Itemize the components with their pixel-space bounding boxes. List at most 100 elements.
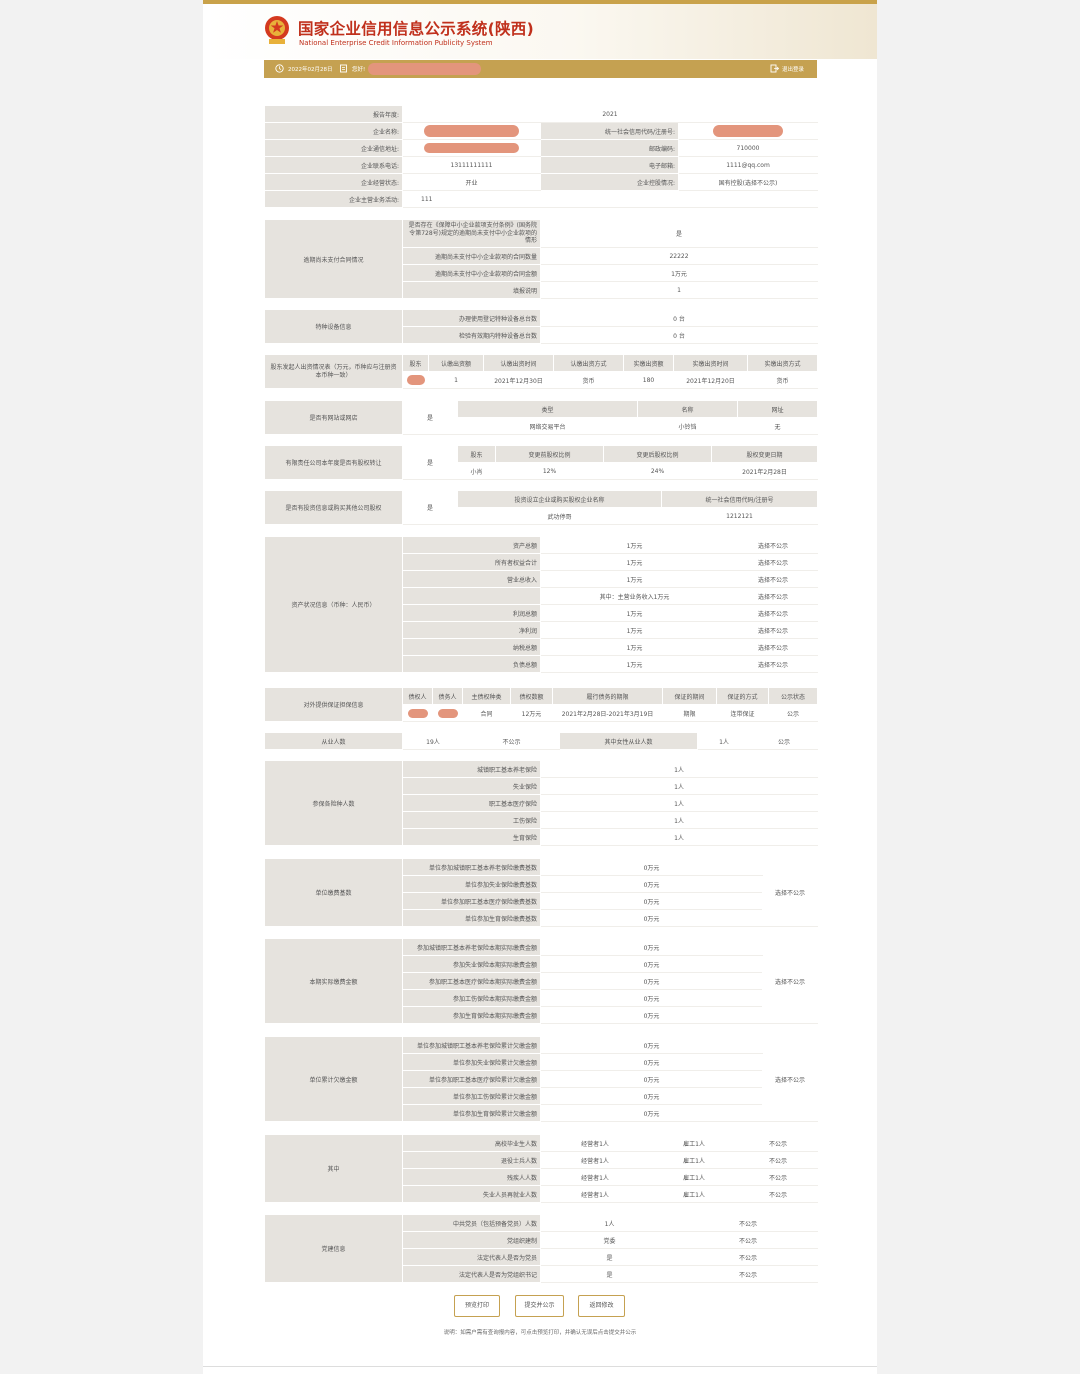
guarantee-cell: 合同 <box>462 704 511 722</box>
asset-key: 净利润 <box>402 621 541 639</box>
arrears-key: 单位参加职工基本医疗保险累计欠缴金额 <box>402 1070 541 1088</box>
equipment-label: 特种设备信息 <box>264 309 403 344</box>
actual-value: 0万元 <box>540 955 763 973</box>
preview-print-button[interactable]: 预览打印 <box>454 1295 500 1317</box>
overdue-key: 是否存在《保障中小企业款项支付条例》(国务院令第728号)规定的逾期尚未支付中小… <box>402 219 541 248</box>
capital-col-header: 认缴出资方式 <box>553 354 624 372</box>
asset-key: 所有者权益合计 <box>402 553 541 571</box>
logout-icon[interactable] <box>770 64 779 73</box>
arrears-table: 单位累计欠缴金额 单位参加城镇职工基本养老保险累计欠缴金额 0万元 选择不公示 单位参… <box>264 1036 818 1122</box>
capital-label: 股东发起人出资情况表（万元，币种应与注册资本币种一致） <box>264 354 403 389</box>
capital-cell: 2021年12月20日 <box>673 371 748 389</box>
back-edit-button[interactable]: 返回修改 <box>578 1295 625 1317</box>
redacted-creditor <box>407 708 428 718</box>
asset-value: 1万元 <box>540 638 729 656</box>
actual-key: 参加失业保险本期实际缴费金额 <box>402 955 541 973</box>
guarantee-cell: 2021年2月28日-2021年3月19日 <box>552 704 663 722</box>
user-status-bar: 2022年02月28日 您好! 退出登录 <box>264 60 817 78</box>
employees-status: 不公示 <box>463 732 560 750</box>
website-col-header: 类型 <box>457 400 638 418</box>
equity-transfer-label: 有限责任公司本年度是否有股权转让 <box>264 445 403 480</box>
phone-value: 13111111111 <box>402 156 541 174</box>
party-value: 是 <box>540 1248 679 1266</box>
basic-info-table: 报告年度: 2021 企业名称: 统一社会信用代码/注册号: 企业通信地址: 邮政编码… <box>264 105 819 208</box>
capital-col-header: 认缴出资额 <box>428 354 484 372</box>
guarantee-creditor <box>402 704 433 722</box>
logout-link[interactable]: 退出登录 <box>782 65 804 73</box>
zip-label: 邮政编码: <box>540 139 679 157</box>
insurance-value: 1人 <box>540 828 818 846</box>
addr-value <box>402 139 541 157</box>
actual-status: 选择不公示 <box>762 938 818 1024</box>
capital-shareholder <box>402 371 429 389</box>
guarantee-col-header: 债权数额 <box>510 687 553 705</box>
insurance-value: 1人 <box>540 760 818 778</box>
contribution-base-table: 单位缴费基数 单位参加城镇职工基本养老保险缴费基数 0万元 选择不公示 单位参加失业保… <box>264 858 818 927</box>
investment-flag: 是 <box>402 490 458 525</box>
group-key: 高校毕业生人数 <box>402 1134 541 1152</box>
overdue-value: 22222 <box>540 247 818 265</box>
group-key: 失业人员再就业人数 <box>402 1185 541 1203</box>
equipment-key: 检验有效期内特种设备总台数 <box>402 326 541 344</box>
investment-table: 是否有投资信息或购买其他公司股权是 投资设立企业或购买股权企业名称 统一社会信用… <box>264 490 818 525</box>
submit-publish-button[interactable]: 提交并公示 <box>515 1295 564 1317</box>
capital-cell: 2021年12月30日 <box>483 371 554 389</box>
redacted-uscc <box>713 125 783 137</box>
investment-col-header: 投资设立企业或购买股权企业名称 <box>457 490 662 508</box>
investment-cell: 武功停哥 <box>457 507 662 525</box>
website-cell: 网络交易平台 <box>457 417 638 435</box>
party-value: 党委 <box>540 1231 679 1249</box>
holding-value: 国有控股(选择不公示) <box>677 173 819 191</box>
investment-col-header: 统一社会信用代码/注册号 <box>661 490 818 508</box>
asset-status: 选择不公示 <box>728 570 818 588</box>
action-buttons: 预览打印 提交并公示 返回修改 <box>203 1295 877 1317</box>
phone-label: 企业联系电话: <box>264 156 403 174</box>
party-status: 不公示 <box>678 1231 818 1249</box>
investment-label: 是否有投资信息或购买其他公司股权 <box>264 490 403 525</box>
name-value <box>402 122 541 140</box>
capital-col-header: 实缴出资时间 <box>673 354 748 372</box>
arrears-value: 0万元 <box>540 1036 763 1054</box>
base-value: 0万元 <box>540 858 763 876</box>
asset-key: 负债总额 <box>402 655 541 673</box>
overdue-key: 逾期尚未支付中小企业款项的合同数量 <box>402 247 541 265</box>
site-header: 国家企业信用信息公示系统(陕西) National Enterprise Cre… <box>203 4 877 59</box>
status-label: 企业经营状态: <box>264 173 403 191</box>
asset-key: 纳税总额 <box>402 638 541 656</box>
site-subtitle: National Enterprise Credit Information P… <box>299 39 493 47</box>
equity-col-header: 变更前股权比例 <box>495 445 604 463</box>
capital-cell: 1 <box>428 371 484 389</box>
instruction-note: 说明：如需户需有查询报内容，可点击预览打印，并确认无误后点击提交并公示 <box>443 1330 637 1336</box>
actual-value: 0万元 <box>540 972 763 990</box>
insurance-key: 城镇职工基本养老保险 <box>402 760 541 778</box>
asset-value: 1万元 <box>540 604 729 622</box>
insurance-label: 参保各险种人数 <box>264 760 403 846</box>
equity-cell: 2021年2月28日 <box>711 462 818 480</box>
redacted-company-name <box>424 125 519 137</box>
guarantee-cell: 期限 <box>662 704 717 722</box>
asset-key: 资产总额 <box>402 536 541 554</box>
arrears-label: 单位累计欠缴金额 <box>264 1036 403 1122</box>
arrears-key: 单位参加生育保险累计欠缴金额 <box>402 1104 541 1122</box>
zip-value: 710000 <box>677 139 819 157</box>
insurance-key: 职工基本医疗保险 <box>402 794 541 812</box>
assets-table: 资产状况信息（币种：人民币） 资产总额 1万元 选择不公示 所有者权益合计 1万元 选择不… <box>264 536 818 673</box>
base-value: 0万元 <box>540 909 763 927</box>
overdue-value: 1 <box>540 281 818 299</box>
employees-value: 19人 <box>402 732 464 750</box>
overdue-value: 是 <box>540 219 818 248</box>
party-value: 1人 <box>540 1214 679 1232</box>
arrears-status: 选择不公示 <box>762 1036 818 1122</box>
equity-col-header: 股东 <box>457 445 496 463</box>
asset-key: 营业总收入 <box>402 570 541 588</box>
report-page: 国家企业信用信息公示系统(陕西) National Enterprise Cre… <box>203 0 877 1374</box>
equity-cell: 12% <box>495 462 604 480</box>
site-title: 国家企业信用信息公示系统(陕西) <box>298 20 534 38</box>
guarantee-col-header: 履行债务的期限 <box>552 687 663 705</box>
arrears-key: 单位参加失业保险累计欠缴金额 <box>402 1053 541 1071</box>
insurance-value: 1人 <box>540 811 818 829</box>
business-label: 企业主营业务活动: <box>264 190 403 208</box>
guarantee-cell: 公示 <box>768 704 818 722</box>
equity-cell: 24% <box>603 462 712 480</box>
party-info-table: 党建信息 中共党员（包括预备党员）人数 1人 不公示 党组织建制 党委 不公示 法定代表人… <box>264 1214 818 1283</box>
